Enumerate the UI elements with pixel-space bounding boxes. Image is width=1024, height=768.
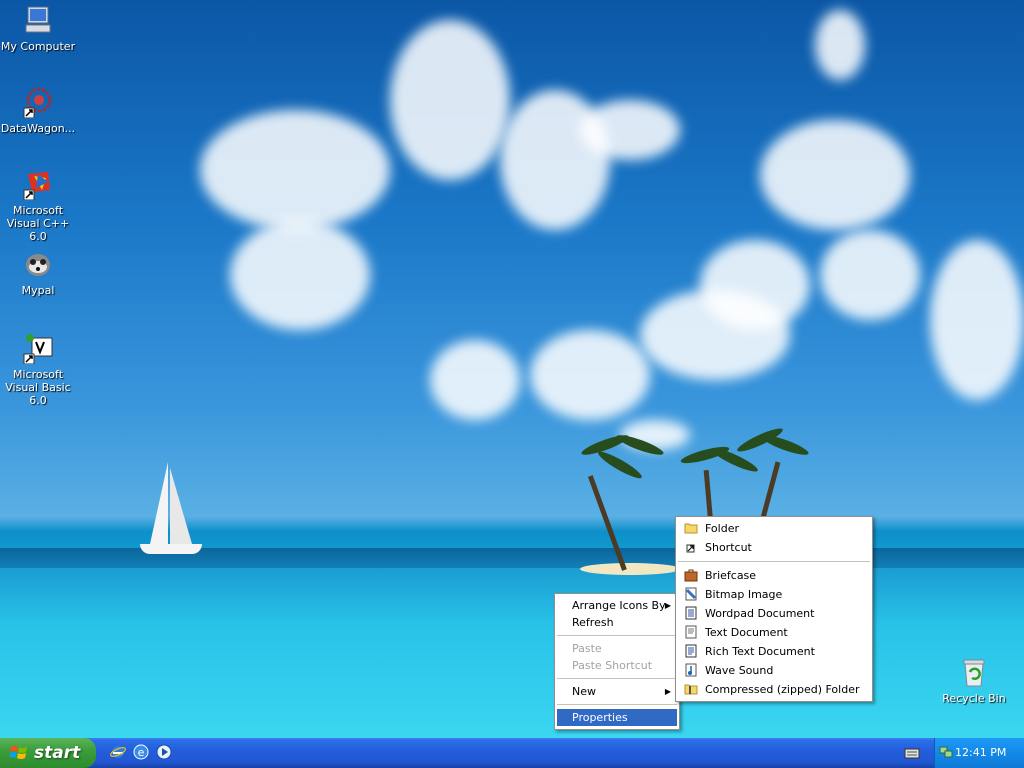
menu-item-label: Folder [705, 522, 739, 535]
rich-text-document-icon [684, 644, 698, 658]
briefcase-icon [684, 568, 698, 582]
menu-item-new[interactable]: New ▶ [555, 683, 679, 700]
new-item-rich-text-document[interactable]: Rich Text Document [676, 642, 872, 661]
network-icon[interactable] [939, 745, 953, 762]
desktop-icon-mypal[interactable]: Mypal [0, 248, 76, 297]
new-item-text-document[interactable]: Text Document [676, 623, 872, 642]
menu-item-label: Properties [572, 711, 628, 724]
menu-item-label: Compressed (zipped) Folder [705, 683, 860, 696]
palm-frond [759, 431, 811, 459]
cloud [760, 120, 910, 230]
text-document-icon [684, 625, 698, 639]
visual-basic-icon [22, 332, 54, 365]
folder-icon [684, 521, 698, 535]
new-item-folder[interactable]: Folder [676, 519, 872, 538]
menu-separator [557, 678, 677, 679]
palm-trunk [703, 469, 713, 521]
menu-item-paste[interactable]: Paste [555, 640, 679, 657]
cloud [580, 100, 680, 160]
sailboat-hull [140, 544, 202, 554]
desktop-icon-recycle-bin[interactable]: Recycle Bin [936, 656, 1012, 705]
menu-separator [678, 561, 870, 562]
menu-item-label: Wave Sound [705, 664, 774, 677]
desktop-icon-label: Microsoft Visual C++ 6.0 [6, 204, 70, 243]
menu-item-refresh[interactable]: Refresh [555, 614, 679, 631]
visual-cpp-icon [22, 168, 54, 201]
desktop-icon-my-computer[interactable]: My Computer [0, 4, 76, 53]
taskbar: start e 12:41 PM [0, 738, 1024, 768]
wave-sound-icon [684, 663, 698, 677]
menu-item-label: Bitmap Image [705, 588, 783, 601]
desktop-icon-label: My Computer [0, 40, 76, 53]
menu-item-label: New [572, 685, 596, 698]
menu-separator [557, 635, 677, 636]
menu-item-label: Paste [572, 642, 602, 655]
palm-frond [710, 444, 760, 476]
menu-item-label: Wordpad Document [705, 607, 815, 620]
new-item-shortcut[interactable]: Shortcut [676, 538, 872, 557]
new-submenu: Folder Shortcut Briefcase Bitmap Image W… [675, 516, 873, 702]
cloud [390, 20, 510, 180]
menu-separator [557, 704, 677, 705]
palm-frond [595, 448, 645, 482]
cloud [930, 240, 1024, 400]
desktop-icon-visual-basic[interactable]: Microsoft Visual Basic 6.0 [0, 332, 76, 407]
desktop-icon-label: Recycle Bin [942, 692, 1006, 705]
desktop[interactable]: My Computer DataWagon... Microsoft Visua… [0, 0, 1024, 738]
cloud [430, 340, 520, 420]
new-item-bitmap-image[interactable]: Bitmap Image [676, 585, 872, 604]
menu-item-label: Paste Shortcut [572, 659, 653, 672]
desktop-icon-label: Mypal [21, 284, 55, 297]
start-button[interactable]: start [0, 738, 96, 768]
cloud [815, 10, 865, 80]
wordpad-document-icon [684, 606, 698, 620]
mypal-icon [22, 248, 54, 280]
sailboat-sail [170, 468, 192, 544]
new-item-wordpad-document[interactable]: Wordpad Document [676, 604, 872, 623]
menu-item-arrange-icons-by[interactable]: Arrange Icons By ▶ [555, 597, 679, 614]
cloud [230, 220, 370, 330]
submenu-arrow-icon: ▶ [664, 687, 671, 696]
bitmap-image-icon [684, 587, 698, 601]
recycle-bin-icon [958, 656, 990, 688]
svg-text:e: e [138, 746, 145, 759]
palm-trunk [760, 461, 781, 521]
desktop-icon-visual-cpp[interactable]: Microsoft Visual C++ 6.0 [0, 168, 76, 243]
outlook-express-icon[interactable]: e [133, 744, 149, 760]
system-tray: 12:41 PM [934, 738, 1024, 768]
desktop-icon-label: Microsoft Visual Basic 6.0 [5, 368, 71, 407]
start-label: start [34, 743, 81, 763]
zip-folder-icon [684, 682, 698, 696]
new-item-compressed-folder[interactable]: Compressed (zipped) Folder [676, 680, 872, 699]
clock[interactable]: 12:41 PM [955, 746, 1006, 759]
my-computer-icon [22, 4, 54, 36]
menu-item-properties[interactable]: Properties [557, 709, 677, 726]
cloud [530, 330, 650, 420]
menu-item-paste-shortcut[interactable]: Paste Shortcut [555, 657, 679, 674]
new-item-wave-sound[interactable]: Wave Sound [676, 661, 872, 680]
media-player-icon[interactable] [156, 744, 172, 760]
menu-item-label: Briefcase [705, 569, 757, 582]
keyboard-icon[interactable] [904, 746, 920, 763]
menu-item-label: Refresh [572, 616, 614, 629]
menu-item-label: Arrange Icons By [572, 599, 666, 612]
desktop-icon-label: DataWagon... [0, 122, 76, 135]
sailboat-sail [150, 462, 168, 544]
cloud [200, 110, 390, 230]
windows-logo-icon [9, 745, 28, 761]
menu-item-label: Shortcut [705, 541, 752, 554]
shortcut-icon [684, 540, 698, 554]
cloud [700, 240, 810, 330]
cloud [820, 230, 920, 320]
island-sand [580, 563, 680, 575]
menu-item-label: Text Document [705, 626, 788, 639]
submenu-arrow-icon: ▶ [664, 601, 671, 610]
desktop-icon-datawagon[interactable]: DataWagon... [0, 86, 76, 135]
new-item-briefcase[interactable]: Briefcase [676, 566, 872, 585]
internet-explorer-icon[interactable] [110, 744, 126, 760]
desktop-context-menu: Arrange Icons By ▶ Refresh Paste Paste S… [554, 593, 680, 730]
datawagon-icon [22, 86, 54, 119]
menu-item-label: Rich Text Document [705, 645, 815, 658]
